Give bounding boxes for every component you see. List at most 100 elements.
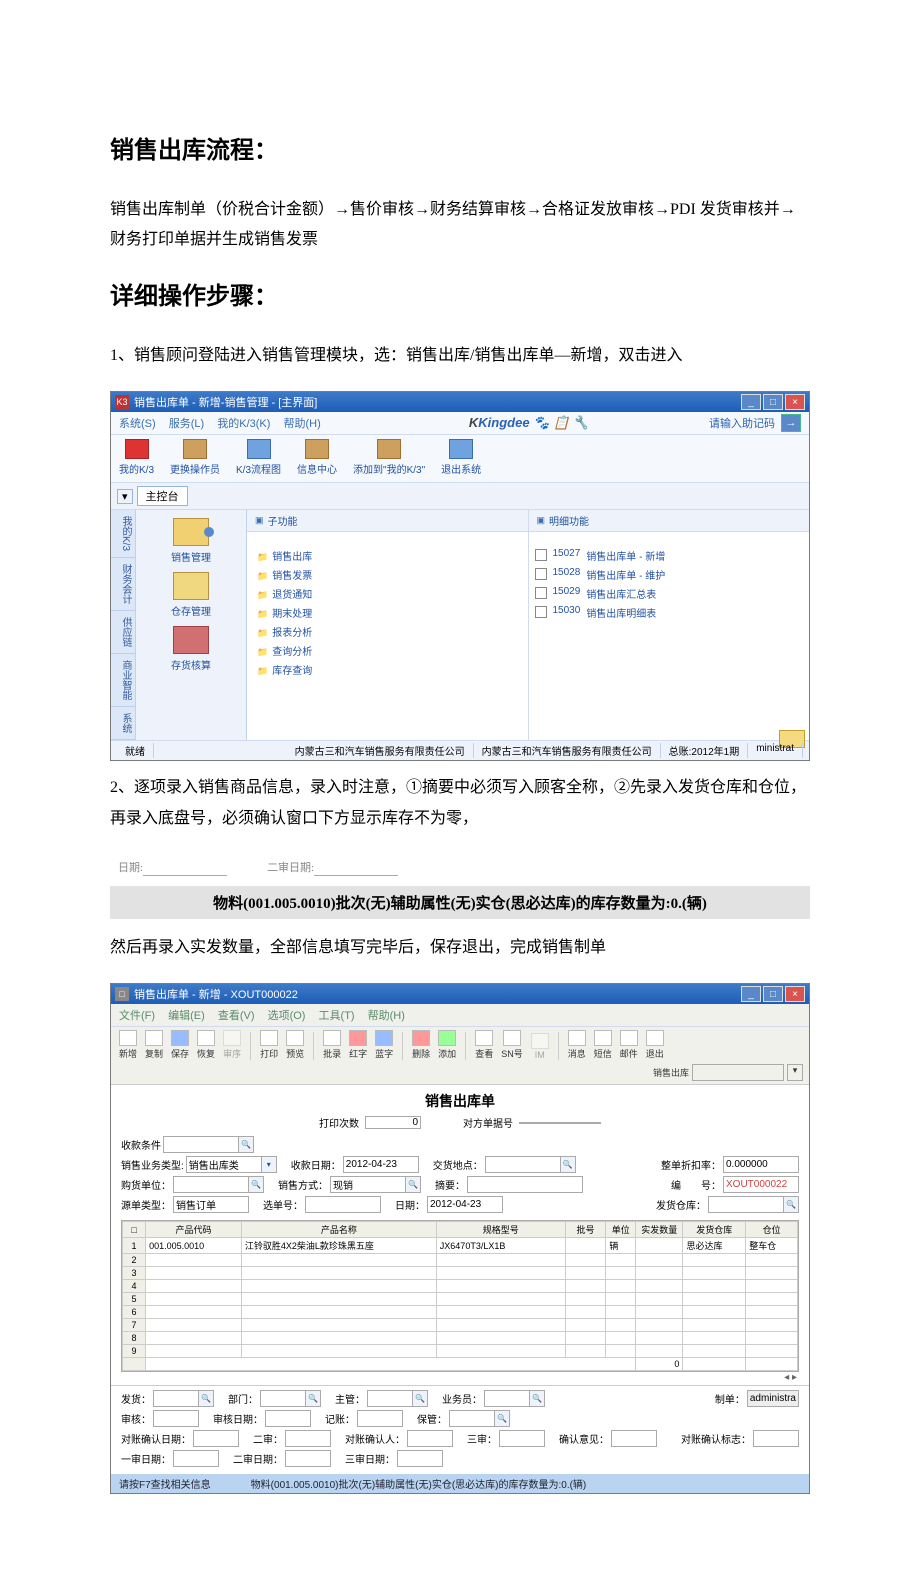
lookup-icon[interactable]: ▾ <box>262 1156 277 1173</box>
tb-audit[interactable]: 审序 <box>221 1030 243 1060</box>
minimize-button[interactable]: _ <box>741 986 761 1002</box>
col-batch[interactable]: 批号 <box>565 1222 606 1238</box>
module-inventory[interactable]: 存货核算 <box>136 626 246 672</box>
titlebar[interactable]: K3 销售出库单 - 新增-销售管理 - [主界面] _ □ × <box>111 392 809 412</box>
sidetab-myk3[interactable]: 我的K/3 <box>111 510 135 558</box>
sidetab-supply[interactable]: 供应链 <box>111 611 135 654</box>
menu-option[interactable]: 选项(O) <box>268 1010 306 1022</box>
col-wh[interactable]: 发货仓库 <box>683 1222 746 1238</box>
grid-row[interactable]: 9 <box>123 1345 798 1358</box>
col-qty[interactable]: 实发数量 <box>636 1222 683 1238</box>
opinion-field[interactable] <box>611 1430 657 1447</box>
tb-myk3[interactable]: 我的K/3 <box>119 439 154 476</box>
grid-row[interactable]: 5 <box>123 1293 798 1306</box>
audit2-date-field[interactable] <box>285 1450 331 1467</box>
audit2-field[interactable] <box>285 1430 331 1447</box>
grid-row[interactable]: 4 <box>123 1280 798 1293</box>
col-unit[interactable]: 单位 <box>606 1222 636 1238</box>
subfunc-item[interactable]: 库存查询 <box>257 660 518 679</box>
date-input[interactable] <box>143 858 227 876</box>
tb-save[interactable]: 保存 <box>169 1030 191 1060</box>
tb-im[interactable]: IM <box>529 1033 551 1060</box>
subfunc-item[interactable]: 查询分析 <box>257 641 518 660</box>
keeper-field[interactable] <box>449 1410 495 1427</box>
date-field[interactable]: 2012-04-23 <box>427 1196 503 1213</box>
summary-field[interactable] <box>467 1176 583 1193</box>
detail-item[interactable]: 15027销售出库单 - 新增 <box>535 546 804 565</box>
tb-mail[interactable]: 邮件 <box>618 1030 640 1060</box>
deliver-loc-field[interactable] <box>485 1156 561 1173</box>
search-go-button[interactable]: → <box>781 414 801 432</box>
discount-field[interactable]: 0.000000 <box>723 1156 799 1173</box>
dept-field[interactable] <box>260 1390 306 1407</box>
ship-wh-field[interactable] <box>708 1196 784 1213</box>
tab-dropdown-icon[interactable]: ▾ <box>117 489 133 504</box>
tb-sms[interactable]: 短信 <box>592 1030 614 1060</box>
confirm-flag-field[interactable] <box>753 1430 799 1447</box>
subfunc-item[interactable]: 期末处理 <box>257 603 518 622</box>
col-spec[interactable]: 规格型号 <box>436 1222 565 1238</box>
lookup-icon[interactable]: 🔍 <box>561 1156 576 1173</box>
ship-field[interactable] <box>153 1390 199 1407</box>
tb-batch[interactable]: 批录 <box>321 1030 343 1060</box>
menu-edit[interactable]: 编辑(E) <box>168 1010 205 1022</box>
pick-no-field[interactable] <box>305 1196 381 1213</box>
minimize-button[interactable]: _ <box>741 394 761 410</box>
tb-msg[interactable]: 消息 <box>566 1030 588 1060</box>
tb-flowchart[interactable]: K/3流程图 <box>236 439 281 476</box>
detail-item[interactable]: 15030销售出库明细表 <box>535 603 804 622</box>
tb-view[interactable]: 查看 <box>473 1030 495 1060</box>
lookup-icon[interactable]: 🔍 <box>530 1390 545 1407</box>
menu-help[interactable]: 帮助(H) <box>284 418 321 430</box>
grid-row[interactable]: 2 <box>123 1254 798 1267</box>
tb-sn[interactable]: SN号 <box>499 1030 525 1060</box>
grid-row[interactable]: 6 <box>123 1306 798 1319</box>
salesman-field[interactable] <box>484 1390 530 1407</box>
tab-console[interactable]: 主控台 <box>137 486 188 506</box>
module-sales[interactable]: 销售管理 <box>136 518 246 564</box>
tb-exit[interactable]: 退出 <box>644 1030 666 1060</box>
lookup-icon[interactable]: 🔍 <box>199 1390 214 1407</box>
menu-view[interactable]: 查看(V) <box>218 1010 255 1022</box>
sale-mode-field[interactable]: 现销 <box>330 1176 406 1193</box>
subfunc-item[interactable]: 退货通知 <box>257 584 518 603</box>
opposite-no-field[interactable] <box>519 1122 601 1124</box>
grid-row[interactable]: 7 <box>123 1319 798 1332</box>
recv-date-field[interactable]: 2012-04-23 <box>343 1156 419 1173</box>
tb-preview[interactable]: 预览 <box>284 1030 306 1060</box>
close-button[interactable]: × <box>785 986 805 1002</box>
sidetab-finance[interactable]: 财务会计 <box>111 558 135 611</box>
lookup-icon[interactable]: 🔍 <box>249 1176 264 1193</box>
checkbox-icon[interactable] <box>535 587 547 599</box>
close-button[interactable]: × <box>785 394 805 410</box>
buyer-field[interactable] <box>173 1176 249 1193</box>
grid-row[interactable]: 3 <box>123 1267 798 1280</box>
col-name[interactable]: 产品名称 <box>241 1222 436 1238</box>
maximize-button[interactable]: □ <box>763 986 783 1002</box>
checkbox-icon[interactable] <box>535 568 547 580</box>
scroll-right-icon[interactable]: ▸ <box>792 1372 797 1383</box>
module-stock[interactable]: 仓存管理 <box>136 572 246 618</box>
audit-field[interactable] <box>153 1410 199 1427</box>
biz-type-field[interactable]: 销售出库类 <box>186 1156 262 1173</box>
tb-add[interactable]: 添加 <box>436 1030 458 1060</box>
receipt-term-field[interactable] <box>163 1136 239 1153</box>
audit3-field[interactable] <box>499 1430 545 1447</box>
lookup-icon[interactable]: 🔍 <box>413 1390 428 1407</box>
confirm-date-field[interactable] <box>193 1430 239 1447</box>
line-item-grid[interactable]: □ 产品代码 产品名称 规格型号 批号 单位 实发数量 发货仓库 仓位 1 00… <box>121 1220 799 1372</box>
sidetab-bi[interactable]: 商业智能 <box>111 654 135 707</box>
lookup-icon[interactable]: 🔍 <box>784 1196 799 1213</box>
detail-item[interactable]: 15029销售出库汇总表 <box>535 584 804 603</box>
subfunc-item[interactable]: 销售出库 <box>257 546 518 565</box>
tb-info-center[interactable]: 信息中心 <box>297 439 337 476</box>
src-type-field[interactable]: 销售订单 <box>173 1196 249 1213</box>
tb-blue[interactable]: 蓝字 <box>373 1030 395 1060</box>
menu-myk3[interactable]: 我的K/3(K) <box>217 418 270 430</box>
audit3-date-field[interactable] <box>397 1450 443 1467</box>
checkbox-icon[interactable] <box>535 549 547 561</box>
grid-row[interactable]: 8 <box>123 1332 798 1345</box>
dropdown-icon[interactable]: ▾ <box>787 1064 803 1081</box>
lookup-icon[interactable]: 🔍 <box>495 1410 510 1427</box>
audit-date-field[interactable] <box>265 1410 311 1427</box>
